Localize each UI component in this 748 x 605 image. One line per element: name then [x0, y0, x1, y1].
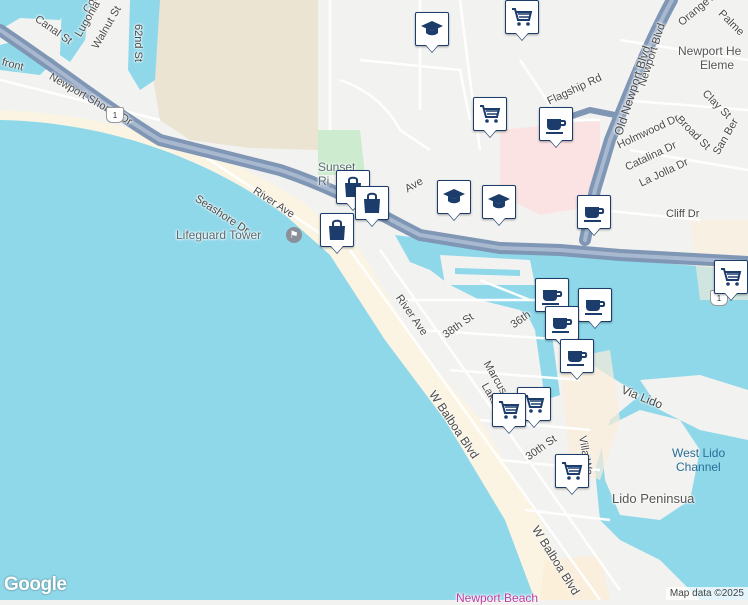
coffee-cup-icon	[552, 318, 573, 333]
lifeguard-tower-icon: ⚑	[286, 227, 302, 243]
coffee-cup-icon	[585, 300, 606, 315]
graduation-cap-icon	[443, 189, 465, 204]
marker-grocery-1[interactable]	[505, 0, 539, 34]
lifeguard-tower-label[interactable]: Lifeguard Tower	[176, 228, 261, 242]
coffee-cup-icon	[567, 351, 588, 366]
coffee-cup-icon	[542, 290, 563, 305]
shopping-bag-icon	[364, 192, 380, 213]
marker-cafe-5[interactable]	[545, 306, 579, 340]
shopping-cart-icon	[562, 462, 583, 480]
marker-school-1[interactable]	[415, 12, 449, 46]
sunset-park-label-2[interactable]: Ri	[318, 174, 329, 188]
marker-cafe-1[interactable]	[539, 107, 573, 141]
street-label-cliff: Cliff Dr	[666, 208, 700, 220]
coffee-cup-icon	[584, 207, 605, 222]
marker-shopping-3[interactable]	[320, 213, 354, 247]
newport-beach-label[interactable]: Newport Beach	[456, 591, 538, 605]
shopping-cart-icon	[480, 105, 501, 123]
shopping-cart-icon	[721, 268, 742, 286]
marker-grocery-5[interactable]	[492, 393, 526, 427]
marker-shopping-2[interactable]	[355, 186, 389, 220]
marker-cafe-6[interactable]	[560, 339, 594, 373]
map-attribution[interactable]: Map data ©2025	[665, 587, 748, 600]
graduation-cap-icon	[421, 21, 443, 36]
street-label-62nd: 62nd St	[132, 24, 144, 62]
marker-cafe-2[interactable]	[577, 195, 611, 229]
marker-cafe-4[interactable]	[578, 288, 612, 322]
shopping-cart-icon	[512, 8, 533, 26]
marker-grocery-6[interactable]	[555, 454, 589, 488]
coffee-cup-icon	[546, 119, 567, 134]
marker-school-2[interactable]	[437, 180, 471, 214]
lido-peninsula-label: Lido Peninsua	[612, 491, 695, 506]
google-logo: Google	[4, 574, 67, 595]
marker-grocery-2[interactable]	[473, 97, 507, 131]
west-lido-channel-label: Channel	[676, 460, 721, 474]
west-lido-label: West Lido	[672, 446, 726, 460]
newport-heights-label[interactable]: Newport He	[678, 44, 741, 58]
elementary-label[interactable]: Eleme	[700, 58, 734, 72]
route-1-shield: 1	[106, 107, 124, 123]
marker-school-3[interactable]	[482, 185, 516, 219]
marker-grocery-3[interactable]	[714, 260, 748, 294]
shopping-cart-icon	[499, 401, 520, 419]
graduation-cap-icon	[488, 194, 510, 209]
shopping-bag-icon	[329, 219, 345, 240]
